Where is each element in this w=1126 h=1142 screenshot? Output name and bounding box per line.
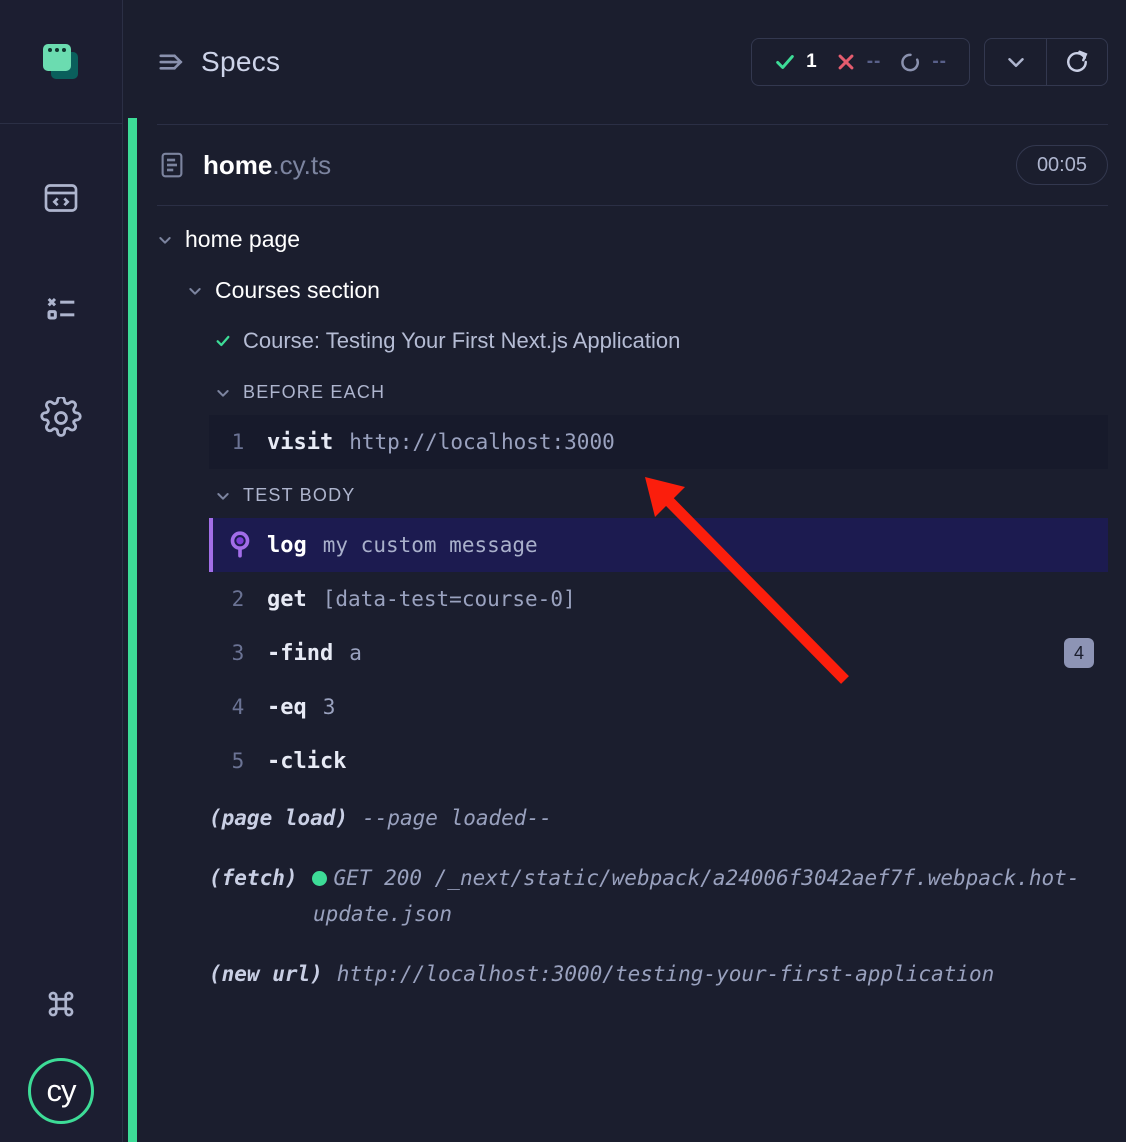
app-logo[interactable] bbox=[0, 0, 122, 124]
sidebar-item-keyboard-shortcuts[interactable] bbox=[37, 980, 85, 1028]
spec-timer: 00:05 bbox=[1016, 145, 1108, 185]
stat-failed: -- bbox=[835, 51, 882, 73]
event-kind: (new url) bbox=[209, 962, 323, 986]
chevron-down-icon bbox=[1003, 49, 1029, 75]
pending-icon bbox=[899, 51, 922, 74]
command-number: 4 bbox=[209, 695, 267, 719]
check-icon bbox=[774, 51, 796, 73]
spec-file-header: home.cy.ts 00:05 bbox=[123, 125, 1126, 205]
event-kind: (page load) bbox=[209, 806, 348, 830]
specs-list-icon bbox=[157, 47, 187, 77]
main-panel: Specs 1 -- bbox=[123, 0, 1126, 1142]
page-title: Specs bbox=[201, 46, 280, 78]
suite-courses-section[interactable]: Courses section bbox=[123, 265, 1126, 316]
command-row-pinned[interactable]: log my custom message bbox=[209, 518, 1108, 572]
left-sidebar: cy bbox=[0, 0, 123, 1142]
browser-code-icon bbox=[41, 178, 81, 218]
stat-pending: -- bbox=[899, 51, 947, 74]
reload-button[interactable] bbox=[1046, 39, 1107, 85]
cypress-cy-logo[interactable]: cy bbox=[28, 1058, 94, 1124]
chevron-down-icon bbox=[215, 385, 231, 401]
test-case-label: Course: Testing Your First Next.js Appli… bbox=[243, 328, 680, 354]
chevron-down-icon bbox=[157, 232, 173, 248]
reload-icon bbox=[1063, 48, 1091, 76]
status-ok-dot-icon bbox=[312, 871, 327, 886]
chevron-down-icon bbox=[187, 283, 203, 299]
cypress-app-window: cy Specs 1 bbox=[0, 0, 1126, 1142]
stat-pending-value: -- bbox=[932, 51, 947, 73]
command-row[interactable]: 1 visit http://localhost:3000 bbox=[209, 415, 1108, 469]
before-each-command-list: 1 visit http://localhost:3000 bbox=[123, 415, 1126, 469]
test-tree: home page Courses section Course: Testin… bbox=[123, 206, 1126, 1004]
command-name: visit bbox=[267, 430, 333, 455]
event-log-row[interactable]: (fetch) GET 200 /_next/static/webpack/a24… bbox=[209, 848, 1108, 944]
stat-failed-value: -- bbox=[867, 51, 882, 73]
sidebar-item-specs[interactable] bbox=[37, 174, 85, 222]
test-case-row[interactable]: Course: Testing Your First Next.js Appli… bbox=[123, 316, 1126, 366]
gear-icon bbox=[40, 397, 82, 439]
check-icon bbox=[215, 333, 231, 349]
command-argument: my custom message bbox=[323, 533, 538, 557]
event-text: http://localhost:3000/testing-your-first… bbox=[337, 962, 994, 986]
command-argument: http://localhost:3000 bbox=[349, 430, 615, 454]
command-argument: 3 bbox=[323, 695, 336, 719]
command-name: log bbox=[267, 533, 307, 558]
event-kind: (fetch) bbox=[209, 866, 298, 890]
cy-logo-text: cy bbox=[47, 1073, 76, 1109]
chevron-down-button[interactable] bbox=[985, 39, 1046, 85]
command-number: 2 bbox=[209, 587, 267, 611]
spec-file-extension: .cy.ts bbox=[272, 150, 331, 180]
hook-before-each-header[interactable]: BEFORE EACH bbox=[123, 366, 1126, 415]
command-name: -find bbox=[267, 641, 333, 666]
command-row[interactable]: 4 -eq 3 bbox=[209, 680, 1108, 734]
test-stats-summary: 1 -- -- bbox=[751, 38, 970, 86]
spec-pass-indicator-bar bbox=[128, 118, 137, 1142]
stat-passed: 1 bbox=[774, 51, 817, 73]
suite-label: home page bbox=[185, 226, 300, 253]
pin-marker-icon bbox=[213, 530, 267, 560]
hook-before-each-label: BEFORE EACH bbox=[243, 382, 385, 403]
chevron-down-icon bbox=[215, 488, 231, 504]
cypress-windows-icon bbox=[38, 39, 84, 85]
hook-test-body-label: TEST BODY bbox=[243, 485, 356, 506]
test-runs-list-icon bbox=[41, 288, 81, 328]
command-argument: [data-test=course-0] bbox=[323, 587, 576, 611]
event-log-row[interactable]: (page load) --page loaded-- bbox=[209, 788, 1108, 848]
command-number: 5 bbox=[209, 749, 267, 773]
command-row[interactable]: 2 get [data-test=course-0] bbox=[209, 572, 1108, 626]
header-bar: Specs 1 -- bbox=[123, 0, 1126, 124]
command-name: -eq bbox=[267, 695, 307, 720]
command-key-icon bbox=[42, 985, 80, 1023]
spec-file-basename: home bbox=[203, 150, 272, 180]
sidebar-nav bbox=[0, 124, 122, 442]
command-row[interactable]: 5 -click bbox=[209, 734, 1108, 788]
command-number: 1 bbox=[209, 430, 267, 454]
file-document-icon bbox=[157, 150, 187, 180]
event-log-row[interactable]: (new url) http://localhost:3000/testing-y… bbox=[209, 944, 1108, 1004]
event-text: GET 200 /_next/static/webpack/a24006f304… bbox=[313, 866, 1079, 926]
command-number: 3 bbox=[209, 641, 267, 665]
sidebar-item-runs[interactable] bbox=[37, 284, 85, 332]
sidebar-bottom: cy bbox=[0, 980, 122, 1124]
command-argument: a bbox=[349, 641, 362, 665]
hook-test-body-header[interactable]: TEST BODY bbox=[123, 469, 1126, 518]
x-icon bbox=[835, 51, 857, 73]
spec-file-name[interactable]: home.cy.ts bbox=[203, 150, 331, 181]
command-name: -click bbox=[267, 749, 346, 774]
stat-passed-value: 1 bbox=[806, 51, 817, 73]
sidebar-item-settings[interactable] bbox=[37, 394, 85, 442]
command-row[interactable]: 3 -find a 4 bbox=[209, 626, 1108, 680]
command-name: get bbox=[267, 587, 307, 612]
header-button-group bbox=[984, 38, 1108, 86]
command-result-count-badge: 4 bbox=[1064, 638, 1094, 668]
subsuite-label: Courses section bbox=[215, 277, 380, 304]
test-body-command-list: log my custom message 2 get [data-test=c… bbox=[123, 518, 1126, 1004]
pin-marker-glyph bbox=[227, 530, 253, 560]
event-text: --page loaded-- bbox=[362, 806, 552, 830]
suite-home-page[interactable]: home page bbox=[123, 214, 1126, 265]
